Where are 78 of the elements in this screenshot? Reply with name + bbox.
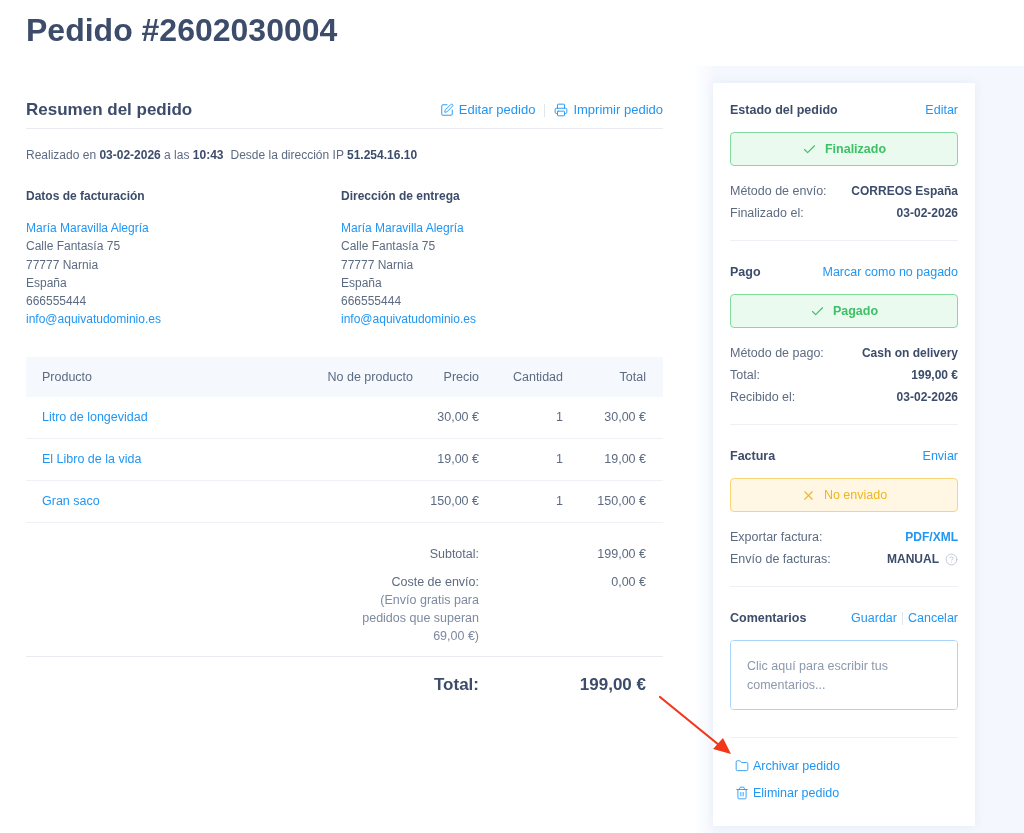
folder-icon <box>735 759 749 773</box>
section-title: Resumen del pedido <box>26 99 193 121</box>
email-link[interactable]: info@aquivatudominio.es <box>341 310 476 329</box>
info-label: Exportar factura: <box>730 529 823 546</box>
table-cell: 150,00 € <box>430 493 479 510</box>
address-line: Calle Fantasía 75 <box>26 238 121 256</box>
info-value: MANUAL <box>887 551 939 568</box>
table-cell: 1 <box>556 409 563 426</box>
action-link[interactable]: Marcar como no pagado <box>822 263 958 281</box>
table-cell: 30,00 € <box>604 409 646 426</box>
printer-icon <box>554 103 569 117</box>
total-label: Coste de envío: <box>391 573 479 591</box>
address-heading: Dirección de entrega <box>341 188 460 204</box>
info-value: 199,00 € <box>911 367 958 384</box>
address-line: España <box>341 274 382 292</box>
address-line: España <box>26 274 67 292</box>
ip-address-text: Desde la dirección IP 51.254.16.10 <box>230 147 418 163</box>
status-label: Pagado <box>832 303 879 319</box>
trash-icon <box>735 786 749 800</box>
product-link[interactable]: El Libro de la vida <box>42 451 142 468</box>
section-title: Estado del pedido <box>730 102 838 119</box>
print-order-link[interactable]: Imprimir pedido <box>554 101 663 119</box>
help-icon[interactable] <box>945 552 958 566</box>
archive-order-link[interactable]: Archivar pedido <box>730 757 840 775</box>
shipping-note: (Envío gratis para pedidos que superan 69,00 €) <box>361 591 479 645</box>
grand-total-label: Total: <box>434 673 479 696</box>
table-cell: 19,00 € <box>437 451 479 468</box>
address-line: 77777 Narnia <box>26 256 99 274</box>
table-cell: 1 <box>556 493 563 510</box>
total-label: Subtotal: <box>429 545 479 563</box>
action-link[interactable]: Guardar <box>851 609 897 627</box>
info-value: CORREOS España <box>851 183 958 200</box>
address-line: 77777 Narnia <box>341 256 414 274</box>
info-label: Total: <box>730 367 760 384</box>
edit-icon <box>439 103 454 117</box>
section-title: Factura <box>730 448 776 465</box>
customer-name-link[interactable]: María Maravilla Alegría <box>26 219 149 238</box>
action-link[interactable]: Enviar <box>922 447 958 465</box>
customer-name-link[interactable]: María Maravilla Alegría <box>341 219 464 238</box>
info-label: Método de envío: <box>730 183 827 200</box>
status-label: No enviado <box>823 487 888 503</box>
product-link[interactable]: Gran saco <box>42 493 100 510</box>
section-title: Comentarios <box>730 610 807 627</box>
table-cell: 1 <box>556 451 563 468</box>
address-heading: Datos de facturación <box>26 188 145 204</box>
column-header: Total <box>619 368 646 385</box>
edit-order-link[interactable]: Editar pedido <box>439 101 536 119</box>
total-value: 0,00 € <box>611 573 646 591</box>
address-line: 666555444 <box>26 293 87 311</box>
action-link[interactable]: Editar <box>925 101 958 119</box>
info-value: 03-02-2026 <box>896 389 958 406</box>
action-link[interactable]: Cancelar <box>907 609 958 627</box>
column-header: No de producto <box>327 368 413 385</box>
export-link[interactable]: PDF/XML <box>905 527 958 547</box>
table-cell: 30,00 € <box>437 409 479 426</box>
info-label: Recibido el: <box>730 389 796 406</box>
section-title: Pago <box>730 264 761 281</box>
order-date-text: Realizado en 03-02-2026 a las 10:43 <box>26 147 224 163</box>
total-value: 199,00 € <box>597 545 646 563</box>
address-line: 666555444 <box>341 293 402 311</box>
column-header: Cantidad <box>512 368 563 385</box>
info-value: Cash on delivery <box>861 345 958 362</box>
table-cell: 19,00 € <box>604 451 646 468</box>
column-header: Precio <box>443 368 479 385</box>
table-cell: 150,00 € <box>597 493 646 510</box>
address-line: Calle Fantasía 75 <box>341 238 436 256</box>
info-label: Envío de facturas: <box>730 551 831 568</box>
info-value: 03-02-2026 <box>896 205 958 222</box>
info-label: Finalizado el: <box>730 205 804 222</box>
comment-field[interactable]: Clic aquí para escribir tus comentarios... <box>730 640 958 710</box>
status-label: Finalizado <box>824 141 887 157</box>
page-title: Pedido #2602030004 <box>25 11 338 50</box>
column-header: Producto <box>42 368 93 385</box>
grand-total-value: 199,00 € <box>579 673 646 696</box>
product-link[interactable]: Litro de longevidad <box>42 409 148 426</box>
delete-order-link[interactable]: Eliminar pedido <box>730 784 840 802</box>
email-link[interactable]: info@aquivatudominio.es <box>26 310 161 329</box>
info-label: Método de pago: <box>730 345 824 362</box>
